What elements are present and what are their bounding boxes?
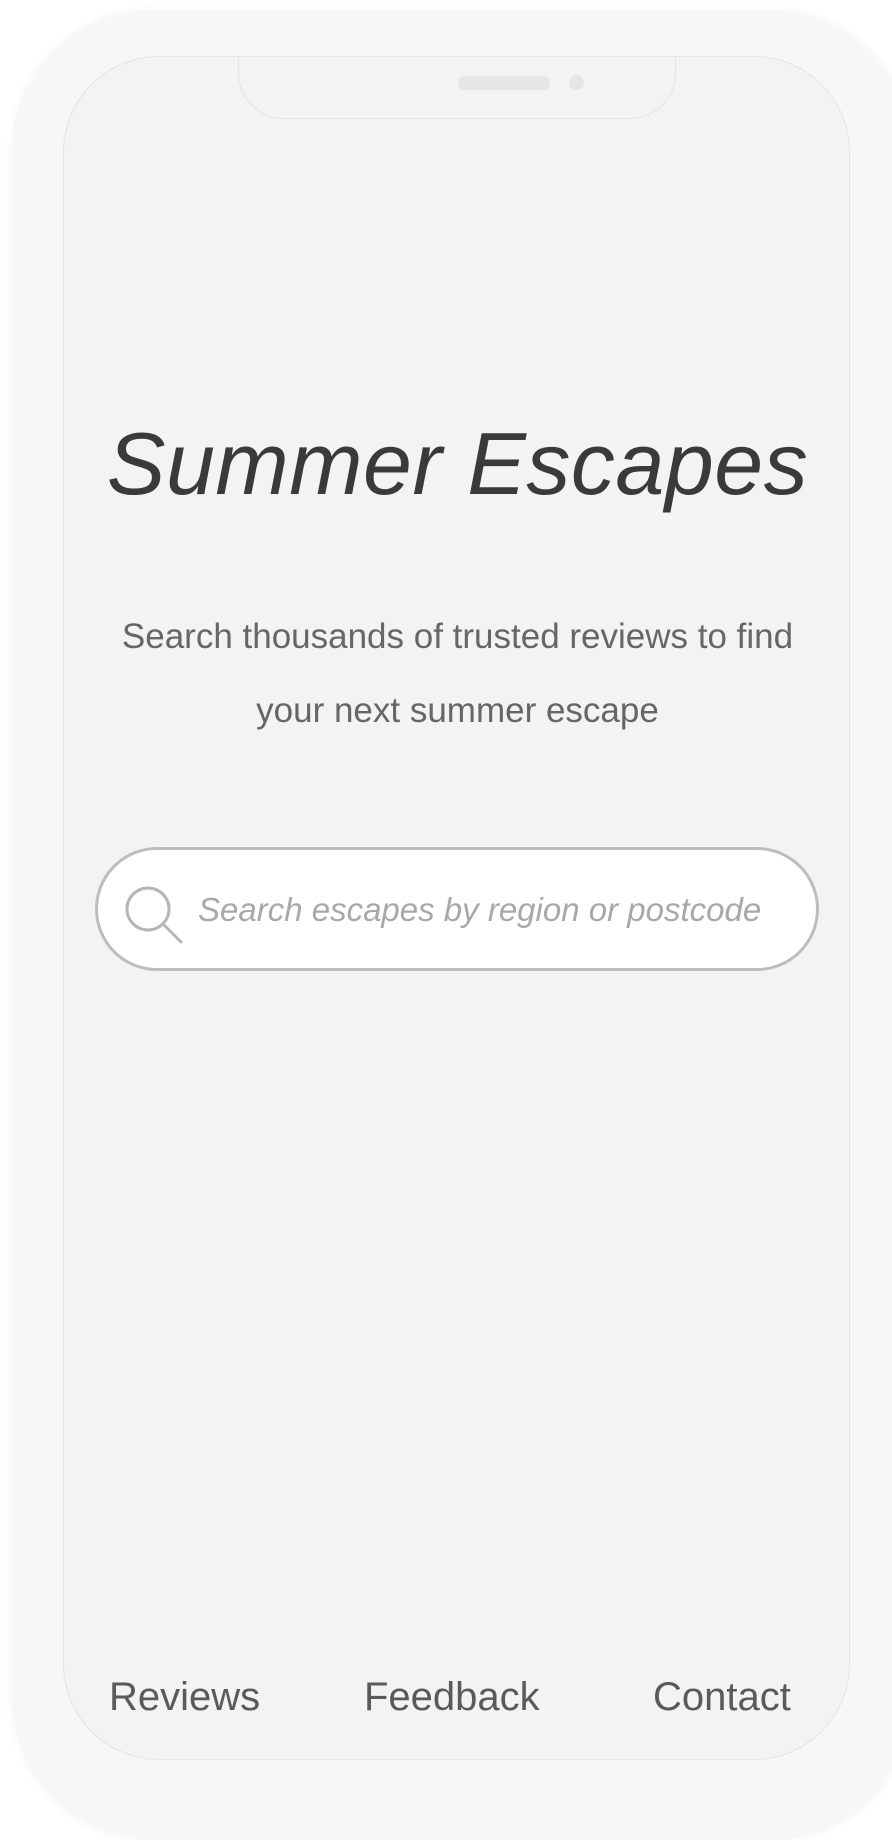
front-camera (569, 75, 584, 90)
page-subtitle: Search thousands of trusted reviews to f… (121, 617, 794, 730)
footer-nav: Reviews Feedback Contact (64, 1667, 849, 1727)
search-icon (122, 883, 184, 945)
phone-screen: Summer Escapes Search thousands of trust… (63, 56, 850, 1760)
nav-link-contact[interactable]: Contact (653, 1667, 791, 1727)
phone-notch (238, 57, 676, 119)
search-input[interactable] (198, 872, 808, 948)
nav-link-reviews[interactable]: Reviews (109, 1667, 260, 1727)
page-title: Summer Escapes (106, 414, 809, 513)
speaker-grille (458, 76, 550, 90)
search-bar[interactable] (95, 847, 819, 971)
nav-link-feedback[interactable]: Feedback (364, 1667, 540, 1727)
